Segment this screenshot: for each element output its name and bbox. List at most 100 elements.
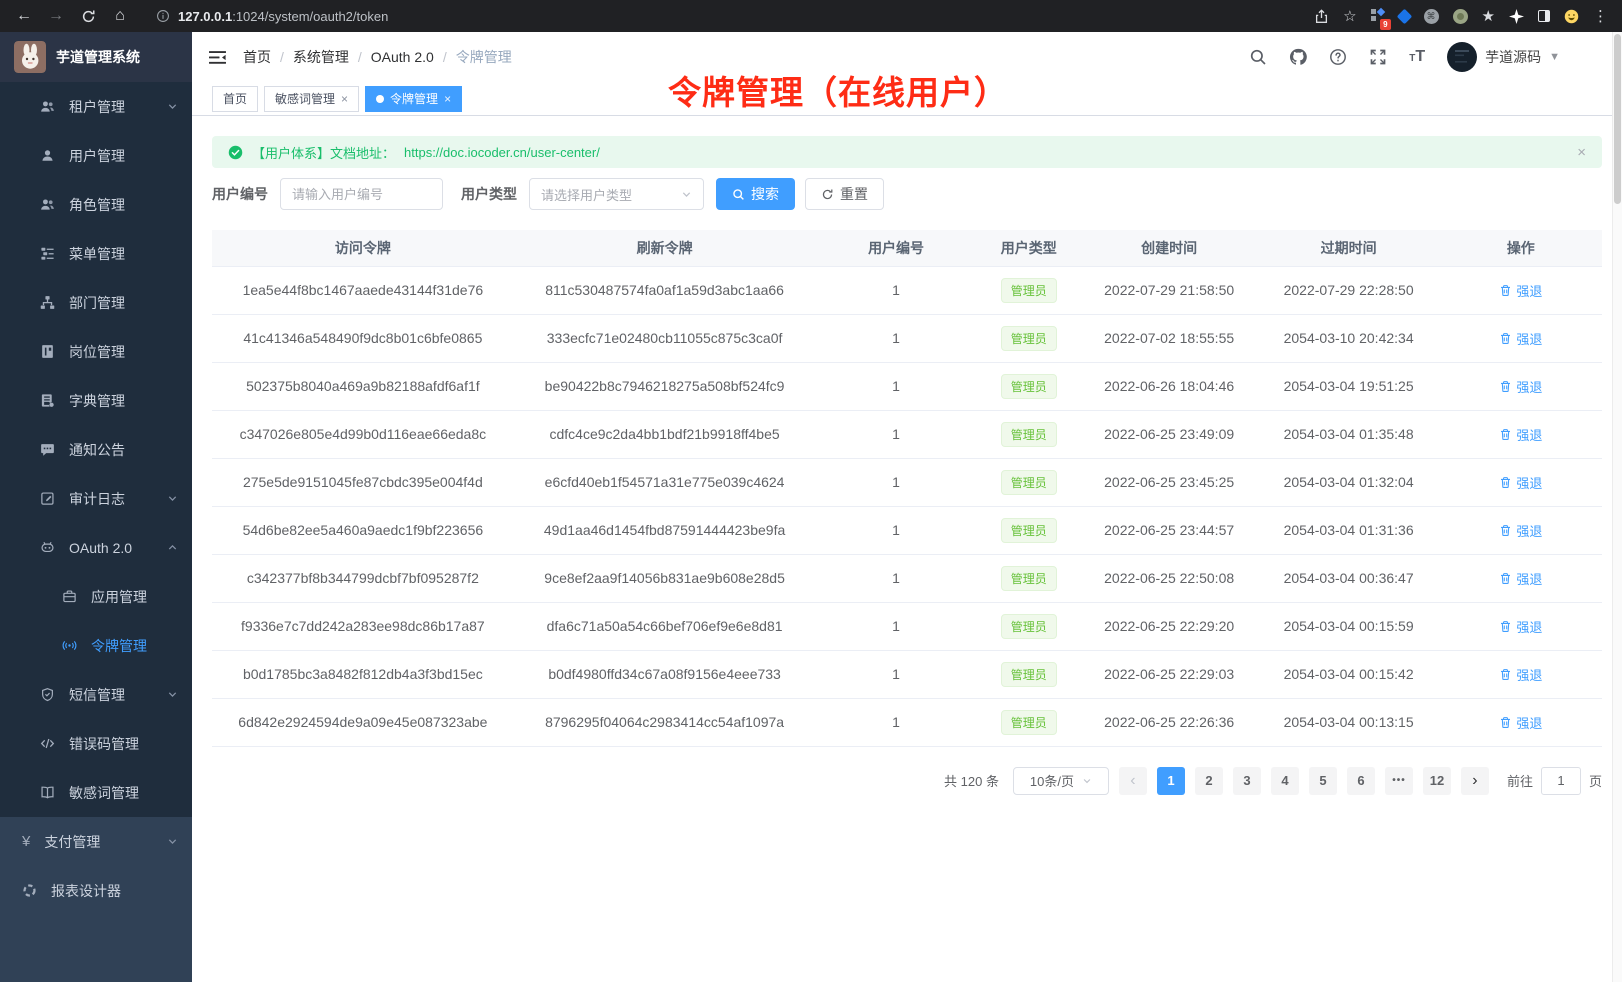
force-logout-button[interactable]: 强退 bbox=[1499, 521, 1542, 540]
sidebar-item-audit-log[interactable]: 审计日志 bbox=[0, 474, 192, 523]
back-icon[interactable]: ← bbox=[10, 4, 38, 28]
reset-button[interactable]: 重置 bbox=[805, 178, 884, 210]
tag-view-tab[interactable]: 令牌管理× bbox=[365, 86, 462, 112]
fullscreen-icon[interactable] bbox=[1369, 48, 1387, 66]
sidebar-item-pay[interactable]: ¥支付管理 bbox=[0, 817, 192, 866]
tag-view-tab[interactable]: 敏感词管理× bbox=[264, 86, 359, 112]
table-row: 502375b8040a469a9b82188afdf6af1fbe90422b… bbox=[212, 362, 1602, 410]
close-icon[interactable]: × bbox=[444, 92, 451, 106]
scrollbar-thumb[interactable] bbox=[1614, 34, 1621, 204]
breadcrumb-item[interactable]: OAuth 2.0 bbox=[371, 49, 434, 65]
sidebar-item-sms[interactable]: 短信管理 bbox=[0, 670, 192, 719]
force-logout-button[interactable]: 强退 bbox=[1499, 617, 1542, 636]
home-icon[interactable]: ⌂ bbox=[106, 4, 134, 28]
profile-avatar-icon[interactable] bbox=[1564, 9, 1579, 24]
force-logout-button[interactable]: 强退 bbox=[1499, 473, 1542, 492]
sidebar-item-report-designer[interactable]: 报表设计器 bbox=[0, 866, 192, 915]
sidebar-item-label: 应用管理 bbox=[91, 587, 147, 607]
close-icon[interactable]: × bbox=[341, 92, 348, 106]
sidebar-item-oauth2[interactable]: OAuth 2.0 bbox=[0, 523, 192, 572]
next-page-button[interactable]: › bbox=[1461, 767, 1489, 795]
record-extension-icon[interactable] bbox=[1453, 9, 1468, 24]
user-menu[interactable]: 芋道源码 ▼ bbox=[1447, 42, 1560, 72]
sidebar-item-dept[interactable]: 部门管理 bbox=[0, 278, 192, 327]
sidebar-item-dict[interactable]: 字典管理 bbox=[0, 376, 192, 425]
force-logout-button[interactable]: 强退 bbox=[1499, 665, 1542, 684]
page-button[interactable]: 2 bbox=[1195, 767, 1223, 795]
sidebar-item-error-code[interactable]: 错误码管理 bbox=[0, 719, 192, 768]
page-button[interactable]: 5 bbox=[1309, 767, 1337, 795]
tab-label: 首页 bbox=[223, 90, 247, 107]
gem-extension-icon[interactable] bbox=[1399, 11, 1410, 22]
search-icon[interactable] bbox=[1249, 48, 1267, 66]
side-panel-icon[interactable] bbox=[1538, 10, 1550, 22]
sidebar-item-sensitive-word[interactable]: 敏感词管理 bbox=[0, 768, 192, 817]
chevron-up-icon bbox=[167, 542, 178, 553]
app-logo-bar[interactable]: 芋道管理系统 bbox=[0, 32, 192, 82]
user-id-cell: 1 bbox=[815, 506, 976, 554]
force-logout-button[interactable]: 强退 bbox=[1499, 329, 1542, 348]
page-button[interactable]: 12 bbox=[1423, 767, 1451, 795]
browser-menu-icon[interactable]: ⋮ bbox=[1593, 7, 1608, 25]
github-icon[interactable] bbox=[1289, 48, 1307, 66]
help-icon[interactable] bbox=[1329, 48, 1347, 66]
info-icon[interactable] bbox=[156, 9, 170, 23]
user-type-cell: 管理员 bbox=[977, 410, 1081, 458]
trash-icon bbox=[1499, 668, 1512, 681]
vertical-scrollbar[interactable] bbox=[1612, 32, 1622, 982]
table-body: 1ea5e44f8bc1467aaede43144f31de76811c5304… bbox=[212, 266, 1602, 746]
trash-icon bbox=[1499, 620, 1512, 633]
breadcrumb-separator: / bbox=[280, 49, 284, 65]
star-extension-icon[interactable]: ★ bbox=[1482, 7, 1495, 25]
goto-page-input[interactable] bbox=[1541, 767, 1581, 795]
breadcrumb-item[interactable]: 系统管理 bbox=[293, 47, 349, 67]
sidebar-item-post[interactable]: 岗位管理 bbox=[0, 327, 192, 376]
prev-page-button[interactable]: ‹ bbox=[1119, 767, 1147, 795]
sidebar-item-label: 租户管理 bbox=[69, 97, 125, 117]
bookmark-star-icon[interactable]: ☆ bbox=[1343, 7, 1356, 25]
sidebar-item-oauth2-token[interactable]: 令牌管理 bbox=[0, 621, 192, 670]
force-logout-button[interactable]: 强退 bbox=[1499, 569, 1542, 588]
sidebar-item-user[interactable]: 用户管理 bbox=[0, 131, 192, 180]
pinwheel-extension-icon[interactable] bbox=[1509, 9, 1524, 24]
browser-chrome: ← → ⌂ 127.0.0.1:1024/system/oauth2/token… bbox=[0, 0, 1622, 32]
table-row: c347026e805e4d99b0d116eae66eda8ccdfc4ce9… bbox=[212, 410, 1602, 458]
close-icon[interactable]: × bbox=[1577, 144, 1586, 161]
force-logout-label: 强退 bbox=[1516, 713, 1542, 732]
pager-ellipsis[interactable]: ••• bbox=[1385, 767, 1413, 795]
force-logout-button[interactable]: 强退 bbox=[1499, 425, 1542, 444]
command-extension-icon[interactable]: ⌘ bbox=[1424, 9, 1439, 24]
page-button[interactable]: 6 bbox=[1347, 767, 1375, 795]
sidebar-item-notice[interactable]: 通知公告 bbox=[0, 425, 192, 474]
page-button[interactable]: 1 bbox=[1157, 767, 1185, 795]
extension-grid-icon[interactable]: 9 bbox=[1371, 9, 1385, 23]
force-logout-button[interactable]: 强退 bbox=[1499, 377, 1542, 396]
address-bar[interactable]: 127.0.0.1:1024/system/oauth2/token bbox=[146, 4, 1302, 28]
force-logout-button[interactable]: 强退 bbox=[1499, 713, 1542, 732]
user-type-cell: 管理员 bbox=[977, 362, 1081, 410]
page-button[interactable]: 4 bbox=[1271, 767, 1299, 795]
sidebar-item-oauth2-app[interactable]: 应用管理 bbox=[0, 572, 192, 621]
force-logout-label: 强退 bbox=[1516, 329, 1542, 348]
user-type-select[interactable]: 请选择用户类型 bbox=[529, 178, 704, 210]
tag-view-tab[interactable]: 首页 bbox=[212, 86, 258, 112]
sidebar-item-menu[interactable]: 菜单管理 bbox=[0, 229, 192, 278]
column-header: 访问令牌 bbox=[212, 230, 514, 266]
user-id-input[interactable] bbox=[280, 178, 443, 210]
report-designer-icon bbox=[22, 883, 37, 898]
forward-icon[interactable]: → bbox=[42, 4, 70, 28]
page-size-select[interactable]: 10条/页 bbox=[1013, 767, 1109, 795]
alert-doc-link[interactable]: https://doc.iocoder.cn/user-center/ bbox=[404, 145, 600, 160]
sidebar-fold-icon[interactable] bbox=[208, 49, 227, 66]
page-button[interactable]: 3 bbox=[1233, 767, 1261, 795]
reload-icon[interactable] bbox=[74, 4, 102, 28]
action-cell: 强退 bbox=[1440, 458, 1602, 506]
breadcrumb-item[interactable]: 首页 bbox=[243, 47, 271, 67]
column-header: 过期时间 bbox=[1258, 230, 1440, 266]
sidebar-item-role[interactable]: 角色管理 bbox=[0, 180, 192, 229]
force-logout-button[interactable]: 强退 bbox=[1499, 281, 1542, 300]
share-icon[interactable] bbox=[1314, 9, 1329, 24]
search-button[interactable]: 搜索 bbox=[716, 178, 795, 210]
sidebar-item-tenant[interactable]: 租户管理 bbox=[0, 82, 192, 131]
font-size-icon[interactable]: TT bbox=[1409, 48, 1425, 66]
